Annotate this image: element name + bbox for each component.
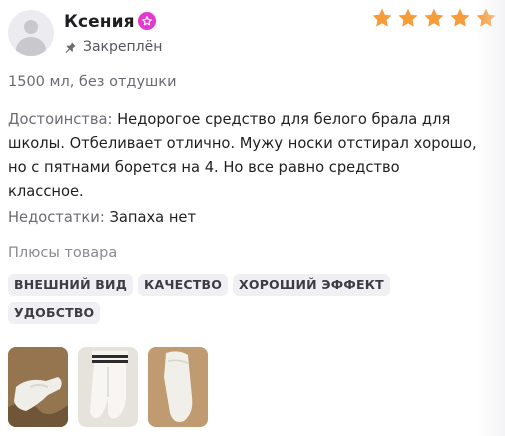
tag-quality[interactable]: КАЧЕСТВО	[138, 274, 229, 296]
pinned-indicator: Закреплён	[64, 39, 162, 55]
pros-section: Достоинства: Недорогое средство для бело…	[8, 108, 478, 204]
review-photo-2[interactable]	[78, 347, 138, 427]
pin-icon	[65, 41, 76, 53]
cons-label: Недостатки:	[8, 209, 105, 226]
product-variant: 1500 мл, без отдушки	[8, 74, 177, 90]
tags-title: Плюсы товара	[8, 245, 118, 261]
review-photo-3[interactable]	[148, 347, 208, 427]
badge-star-icon	[138, 12, 156, 30]
rating-star-icon	[398, 8, 418, 27]
rating-star-icon	[476, 8, 496, 27]
avatar-body-shape	[16, 37, 46, 56]
pinned-label: Закреплён	[83, 39, 163, 55]
badge-star-glyph	[142, 16, 152, 26]
author-name[interactable]: Ксения	[64, 12, 135, 32]
cons-section: Недостатки: Запаха нет	[8, 206, 196, 230]
rating-star-icon	[450, 8, 470, 27]
tag-good-effect[interactable]: ХОРОШИЙ ЭФФЕКТ	[233, 274, 390, 296]
review-photo-1[interactable]	[8, 347, 68, 427]
photo-gallery	[8, 347, 208, 427]
avatar-head-shape	[24, 20, 38, 34]
scroll-edge-fade	[475, 0, 505, 436]
tag-list: ВНЕШНИЙ ВИД КАЧЕСТВО ХОРОШИЙ ЭФФЕКТ УДОБ…	[8, 274, 408, 324]
tag-appearance[interactable]: ВНЕШНИЙ ВИД	[8, 274, 134, 296]
cons-text: Запаха нет	[109, 209, 197, 226]
review-card: Ксения Закреплён 1500 мл, без отдушки До…	[0, 0, 505, 436]
pros-label: Достоинства:	[8, 111, 113, 128]
rating-star-icon	[372, 8, 392, 27]
rating-stars	[371, 7, 497, 29]
tag-convenience[interactable]: УДОБСТВО	[8, 302, 101, 324]
avatar[interactable]	[8, 10, 54, 56]
rating-star-icon	[424, 8, 444, 27]
